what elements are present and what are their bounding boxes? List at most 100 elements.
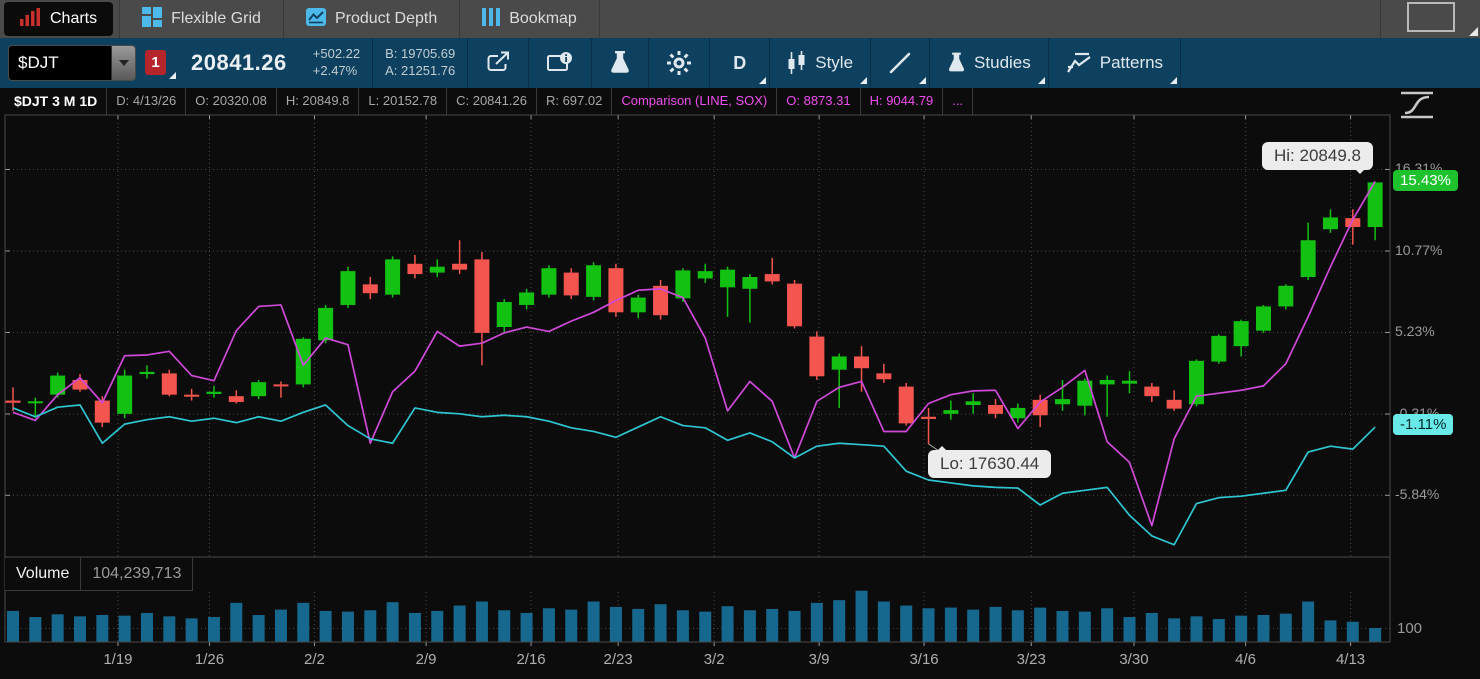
- volume-bar[interactable]: [454, 606, 466, 642]
- candle-body[interactable]: [28, 401, 43, 403]
- volume-bar[interactable]: [1124, 617, 1136, 642]
- symbol-dropdown-button[interactable]: [111, 46, 135, 80]
- volume-bar[interactable]: [1057, 611, 1069, 642]
- candle-body[interactable]: [1234, 321, 1249, 346]
- volume-bar[interactable]: [1079, 612, 1091, 642]
- candle-body[interactable]: [698, 271, 713, 278]
- candle-body[interactable]: [1122, 381, 1137, 384]
- price-volume-chart[interactable]: [0, 88, 1480, 679]
- candle-body[interactable]: [1256, 306, 1271, 330]
- volume-bar[interactable]: [1168, 618, 1180, 642]
- volume-bar[interactable]: [744, 610, 756, 642]
- volume-bar[interactable]: [119, 616, 131, 642]
- volume-bar[interactable]: [588, 602, 600, 643]
- candle-body[interactable]: [1278, 286, 1293, 307]
- candle-body[interactable]: [541, 268, 556, 294]
- volume-bar[interactable]: [1190, 616, 1202, 642]
- candle-body[interactable]: [184, 395, 199, 397]
- chart-info-button[interactable]: [529, 38, 591, 88]
- volume-bar[interactable]: [1012, 610, 1024, 642]
- candle-body[interactable]: [742, 277, 757, 289]
- volume-bar[interactable]: [1257, 615, 1269, 642]
- candle-body[interactable]: [385, 259, 400, 294]
- candle-body[interactable]: [966, 401, 981, 405]
- candle-body[interactable]: [1167, 400, 1182, 409]
- candle-body[interactable]: [1301, 240, 1316, 277]
- volume-bar[interactable]: [74, 616, 86, 642]
- studies-button[interactable]: Studies: [930, 38, 1048, 88]
- candle-body[interactable]: [787, 284, 802, 327]
- settings-button[interactable]: [649, 38, 709, 88]
- volume-bar[interactable]: [7, 611, 19, 642]
- candle-body[interactable]: [452, 264, 467, 270]
- candle-body[interactable]: [273, 384, 288, 386]
- volume-bar[interactable]: [677, 610, 689, 642]
- volume-bar[interactable]: [476, 602, 488, 643]
- volume-bar[interactable]: [833, 600, 845, 642]
- candle-body[interactable]: [318, 308, 333, 340]
- candle-body[interactable]: [564, 273, 579, 296]
- candle-body[interactable]: [943, 410, 958, 414]
- volume-bar[interactable]: [923, 608, 935, 642]
- volume-bar[interactable]: [632, 609, 644, 642]
- volume-bar[interactable]: [364, 610, 376, 642]
- candle-body[interactable]: [296, 339, 311, 385]
- volume-bar[interactable]: [431, 611, 443, 642]
- candle-body[interactable]: [50, 376, 65, 395]
- candle-body[interactable]: [407, 264, 422, 274]
- candle-body[interactable]: [117, 376, 132, 414]
- candle-body[interactable]: [206, 392, 221, 394]
- volume-bar[interactable]: [1280, 614, 1292, 642]
- volume-bar[interactable]: [1235, 616, 1247, 642]
- volume-bar[interactable]: [699, 612, 711, 642]
- candle-body[interactable]: [586, 265, 601, 297]
- volume-bar[interactable]: [945, 608, 957, 642]
- volume-bar[interactable]: [610, 607, 622, 642]
- candle-body[interactable]: [809, 337, 824, 377]
- candle-body[interactable]: [1055, 399, 1070, 404]
- candle-body[interactable]: [1010, 408, 1025, 418]
- candle-body[interactable]: [899, 387, 914, 424]
- candle-body[interactable]: [1211, 336, 1226, 362]
- candle-body[interactable]: [1100, 380, 1115, 384]
- tab-flexible-grid[interactable]: Flexible Grid: [120, 0, 283, 38]
- candle-body[interactable]: [988, 405, 1003, 414]
- volume-bar[interactable]: [1213, 619, 1225, 642]
- volume-bar[interactable]: [253, 615, 265, 642]
- drawing-tool-button[interactable]: [871, 38, 929, 88]
- volume-bar[interactable]: [342, 612, 354, 642]
- volume-bar[interactable]: [900, 606, 912, 642]
- symbol-input[interactable]: $DJT: [8, 45, 136, 81]
- candle-body[interactable]: [251, 382, 266, 396]
- volume-bar[interactable]: [789, 611, 801, 642]
- volume-bar[interactable]: [409, 613, 421, 642]
- candle-body[interactable]: [876, 373, 891, 379]
- volume-bar[interactable]: [320, 611, 332, 642]
- tab-bookmap[interactable]: Bookmap: [460, 0, 599, 38]
- volume-bar[interactable]: [52, 614, 64, 642]
- candle-body[interactable]: [675, 270, 690, 298]
- candle-body[interactable]: [720, 270, 735, 288]
- volume-bar[interactable]: [878, 602, 890, 643]
- candle-body[interactable]: [519, 292, 534, 305]
- volume-bar[interactable]: [141, 613, 153, 642]
- candle-body[interactable]: [430, 267, 445, 273]
- candle-body[interactable]: [608, 268, 623, 312]
- volume-bar[interactable]: [990, 607, 1002, 642]
- volume-bar[interactable]: [230, 603, 242, 642]
- candle-body[interactable]: [765, 274, 780, 281]
- interval-button[interactable]: D: [710, 38, 769, 88]
- volume-bar[interactable]: [96, 615, 108, 642]
- candle-body[interactable]: [229, 396, 244, 402]
- chart-region[interactable]: $DJT 3 M 1D D: 4/13/26O: 20320.08H: 2084…: [0, 88, 1480, 679]
- style-button[interactable]: Style: [770, 38, 870, 88]
- share-button[interactable]: [468, 38, 528, 88]
- candle-body[interactable]: [1323, 217, 1338, 229]
- volume-bar[interactable]: [275, 610, 287, 642]
- volume-bar[interactable]: [521, 613, 533, 642]
- candle-body[interactable]: [631, 298, 646, 313]
- volume-bar[interactable]: [498, 610, 510, 642]
- candle-body[interactable]: [854, 356, 869, 368]
- candle-body[interactable]: [497, 302, 512, 327]
- candle-body[interactable]: [363, 284, 378, 293]
